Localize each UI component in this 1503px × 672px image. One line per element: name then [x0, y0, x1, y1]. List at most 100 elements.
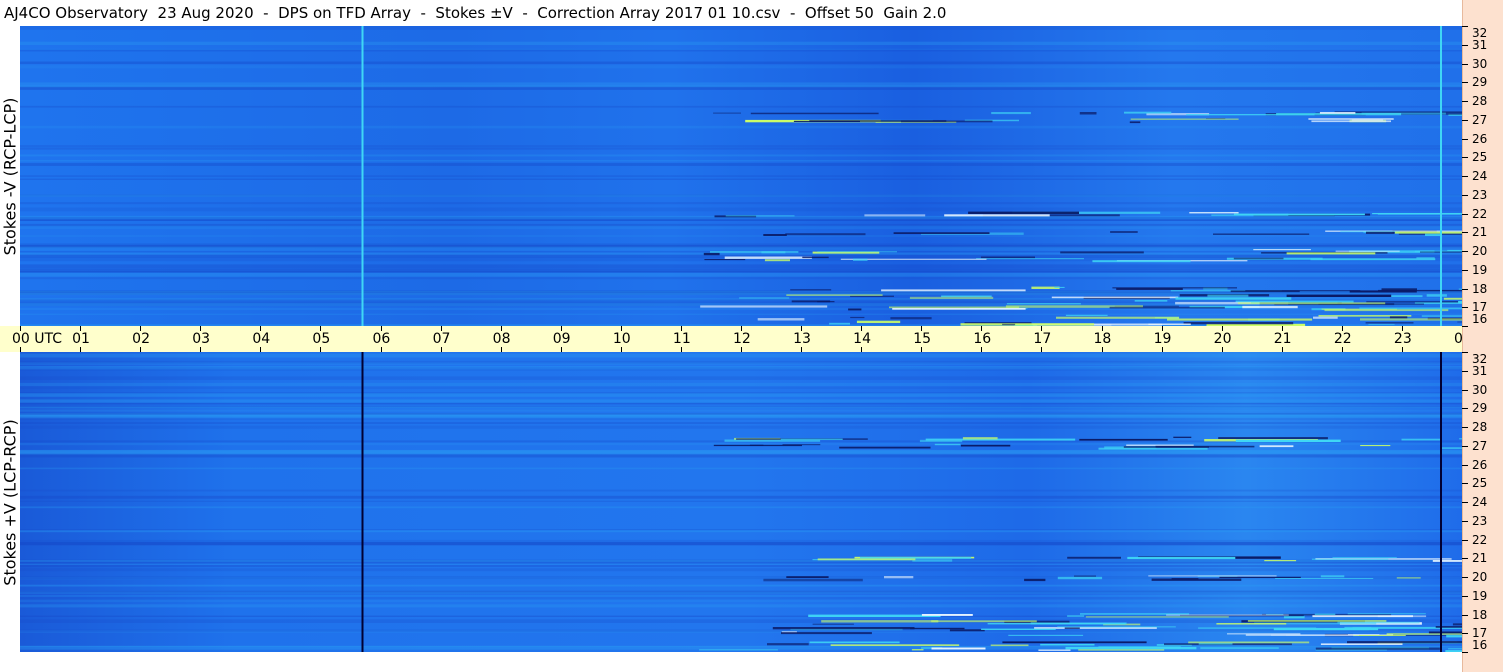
emission-streak	[1183, 322, 1294, 325]
heatmap-band	[20, 414, 1462, 417]
heatmap-band	[20, 595, 1462, 597]
emission-streak	[1320, 643, 1403, 645]
heatmap-band	[20, 584, 1462, 587]
emission-streak	[1237, 302, 1386, 305]
heatmap-band	[20, 41, 1462, 45]
chart-title: AJ4CO Observatory 23 Aug 2020 - DPS on T…	[0, 0, 1462, 26]
heatmap-band	[20, 530, 1462, 533]
emission-streak	[1233, 213, 1365, 216]
frequency-tick-mark	[1462, 213, 1468, 215]
frequency-tick-label: 18	[1472, 281, 1488, 296]
frequency-tick-label: 28	[1472, 94, 1488, 108]
emission-streak	[853, 258, 868, 261]
emission-streak	[704, 259, 746, 261]
heatmap-band	[20, 50, 1462, 52]
emission-streak	[764, 259, 790, 262]
emission-streak	[1286, 634, 1360, 636]
emission-streak	[1085, 616, 1229, 618]
emission-streak	[990, 644, 1029, 647]
emission-streak	[1311, 558, 1389, 560]
emission-streak	[1319, 112, 1356, 114]
emission-streak	[1337, 621, 1420, 624]
heatmap-band	[20, 425, 1462, 429]
emission-streak	[791, 300, 831, 303]
emission-streak	[1219, 576, 1301, 578]
emission-streak	[739, 297, 790, 299]
heatmap-band	[20, 506, 1462, 509]
emission-streak	[1394, 231, 1462, 234]
time-tick-label: 14	[853, 331, 871, 347]
emission-streak	[1057, 626, 1176, 628]
emission-streak	[919, 439, 963, 443]
time-axis: 00 UTC 01 02 03 04 05 06 07 08 09 10 11 12 13 14 15 16 17…	[0, 326, 1462, 352]
heatmap-band	[20, 382, 1462, 387]
emission-streak	[780, 438, 843, 440]
heatmap-band	[20, 596, 1462, 600]
emission-streak	[1273, 627, 1379, 631]
emission-streak	[808, 614, 941, 617]
spectrogram-bottom-svg	[20, 352, 1462, 652]
frequency-tick-mark	[1462, 558, 1468, 560]
emission-streak	[1057, 576, 1103, 580]
emission-streak	[839, 446, 931, 449]
emission-streak	[889, 306, 1020, 309]
spectrogram-top-panel	[20, 26, 1462, 326]
heatmap-band	[20, 399, 1462, 403]
frequency-tick-label: 24	[1472, 169, 1488, 183]
heatmap-band	[20, 599, 1462, 603]
emission-streak	[909, 296, 994, 299]
frequency-tick-label: 16	[1472, 312, 1488, 326]
heatmap-band	[20, 154, 1462, 157]
frequency-tick-mark	[1462, 44, 1468, 46]
emission-streak	[1126, 444, 1194, 446]
emission-streak	[1347, 613, 1426, 615]
emission-streak	[884, 576, 914, 579]
emission-streak	[1247, 620, 1387, 622]
emission-streak	[781, 632, 872, 635]
heatmap-band	[20, 48, 1462, 50]
time-tick-label: 05	[312, 331, 331, 347]
frequency-tick-mark	[1462, 119, 1468, 121]
frequency-tick-mark	[1462, 539, 1468, 541]
frequency-tick-label: 30	[1472, 382, 1488, 397]
emission-streak	[809, 120, 947, 122]
heatmap-band	[20, 202, 1462, 205]
heatmap-band	[20, 264, 1462, 268]
time-tick-label: 12	[733, 331, 751, 347]
heatmap-band	[20, 277, 1462, 280]
heatmap-band	[20, 406, 1462, 409]
emission-streak	[1315, 647, 1440, 650]
frequency-tick-label: 23	[1472, 187, 1488, 202]
frequency-tick-mark	[1462, 389, 1468, 391]
frequency-tick-label: 16	[1472, 638, 1488, 652]
emission-streak	[757, 318, 805, 321]
emission-streak	[1213, 233, 1310, 235]
frequency-tick-mark	[1462, 194, 1468, 196]
emission-streak	[1386, 633, 1462, 635]
heatmap-band	[20, 313, 1462, 315]
frequency-tick-mark	[1462, 502, 1468, 503]
emission-streak	[1127, 556, 1236, 560]
heatmap-band	[20, 454, 1462, 458]
emission-streak	[1242, 305, 1298, 309]
emission-streak	[1040, 643, 1095, 646]
emission-streak	[1038, 649, 1071, 651]
frequency-tick-label: 21	[1472, 225, 1488, 240]
emission-streak	[1065, 314, 1108, 316]
spectrogram-top-svg	[20, 26, 1462, 326]
heatmap-band	[20, 386, 1462, 389]
emission-streak	[1188, 641, 1310, 644]
time-tick-label: 06	[372, 331, 391, 347]
emission-streak	[802, 256, 829, 259]
time-tick-label: 21	[1273, 331, 1292, 347]
heatmap-band	[20, 223, 1462, 227]
emission-streak	[700, 305, 828, 308]
emission-streak	[1283, 616, 1305, 619]
emission-streak	[1056, 316, 1180, 319]
emission-streak	[1054, 286, 1065, 288]
emission-streak	[1067, 556, 1121, 559]
emission-streak	[817, 558, 916, 561]
heatmap-band	[20, 353, 1462, 358]
frequency-tick-mark	[1462, 595, 1468, 597]
emission-streak	[1446, 635, 1462, 638]
